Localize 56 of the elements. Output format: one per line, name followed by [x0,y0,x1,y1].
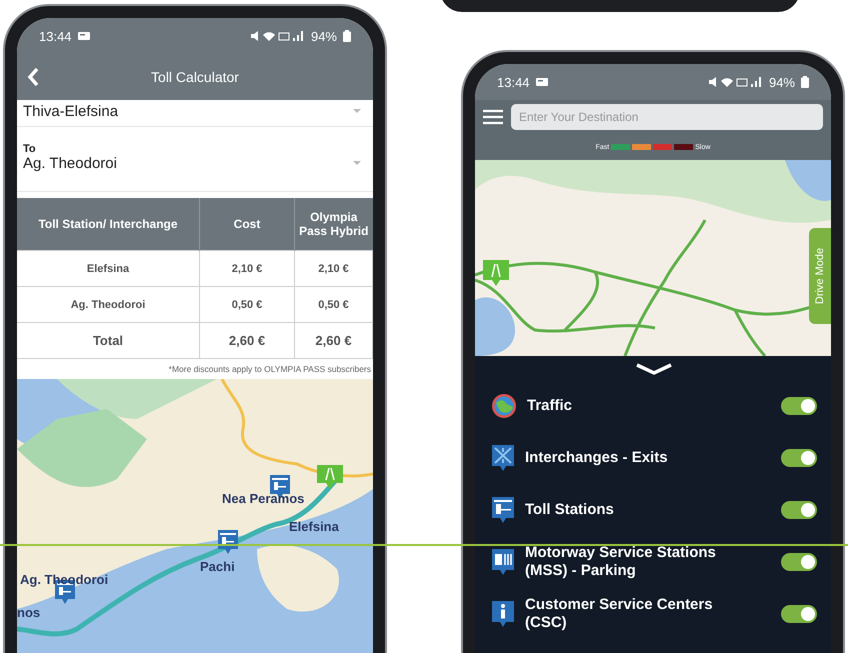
layer-label: Customer Service Centers (CSC) [525,596,714,632]
back-icon[interactable] [27,67,39,87]
map-label: Pachi [200,559,235,574]
map-label: Elefsina [289,519,339,534]
table-cell: 2,10 € [294,250,372,286]
to-label: To [23,142,37,154]
battery-icon [801,76,809,88]
table-cell: 0,50 € [294,286,372,322]
toll-booth-icon [217,529,239,555]
highway-sign-icon [483,260,509,286]
discount-note: *More discounts apply to OLYMPIA PASS subscribers [168,363,372,376]
toll-booth-icon [491,496,515,524]
from-dropdown[interactable]: Thiva-Elefsina [17,100,373,127]
globe-icon [491,393,517,419]
info-icon [491,600,515,628]
signal-icons [250,30,305,42]
caret-icon [353,161,361,165]
map-label: Ag. Theodoroi [20,572,108,587]
table-cell: 0,50 € [200,286,294,322]
map-label: Nea Peramos [222,491,304,506]
highway-sign-icon [317,465,343,489]
layer-toggle[interactable] [781,605,817,623]
destination-field[interactable]: Enter Your Destination [511,104,823,130]
map-label: nos [17,605,40,620]
layer-toggle[interactable] [781,397,817,415]
battery-percent: 94% [768,74,795,90]
notification-icon [536,77,548,87]
layer-toggle[interactable] [781,501,817,519]
layer-label: Motorway Service Stations (MSS) - Parking [525,544,717,580]
layer-toggle[interactable] [781,553,817,571]
total-cell: 2,60 € [200,322,294,358]
battery-icon [343,30,351,42]
screen-title: Toll Calculator [150,69,240,85]
table-cell: Ag. Theodoroi [17,286,200,322]
fuel-food-icon [491,548,515,576]
status-time: 13:44 [497,74,530,90]
to-value: Ag. Theodoroi [23,154,117,172]
signal-icons [708,76,763,88]
layer-label: Traffic [527,397,574,415]
table-cell: 2,10 € [200,250,294,286]
notification-icon [78,31,90,41]
interchange-icon [491,444,515,472]
column-header: Olympia Pass Hybrid [294,198,372,250]
battery-percent: 94% [310,28,337,44]
column-header: Toll Station/ Interchange [17,198,200,250]
chevron-down-icon[interactable] [634,362,674,376]
to-dropdown[interactable]: To Ag. Theodoroi [17,127,373,192]
status-time: 13:44 [39,28,72,44]
total-cell: 2,60 € [294,322,372,358]
column-header: Cost [200,198,294,250]
menu-icon[interactable] [483,109,503,125]
layer-label: Toll Stations [525,501,615,519]
total-cell: Total [17,322,200,358]
layer-label: Interchanges - Exits [525,449,669,467]
table-cell: Elefsina [17,250,200,286]
layer-toggle[interactable] [781,449,817,467]
